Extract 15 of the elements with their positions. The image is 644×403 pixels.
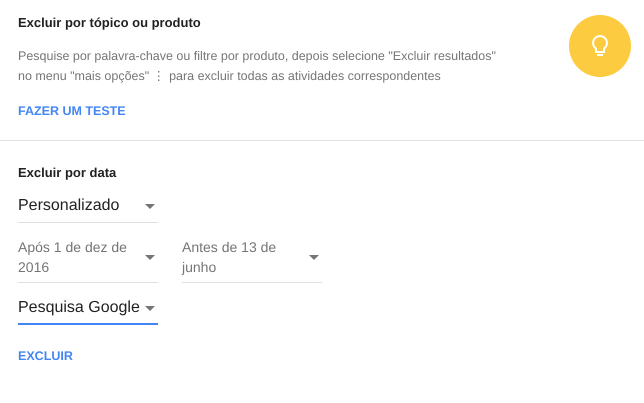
dropdown[interactable]: Após 1 de dez de 2016 — [18, 237, 158, 283]
dropdown[interactable]: Antes de 13 de junho — [182, 237, 322, 283]
description-text: Pesquise por palavra-chave ou filtre por produto, depois selecione "Excluir resultados" — [18, 48, 496, 65]
dropdown[interactable]: Personalizado — [18, 195, 158, 223]
lightbulb-icon — [569, 15, 631, 77]
caret-icon — [145, 254, 155, 260]
try-link[interactable]: FAZER UM TESTE — [18, 104, 126, 118]
caret-icon — [145, 306, 155, 310]
description-text: no menu "mais opções" ⋮ para excluir todas as atividades correspondentes — [18, 68, 442, 85]
section-title: Excluir por tópico ou produto — [18, 15, 202, 31]
delete-link[interactable]: EXCLUIR — [18, 349, 73, 363]
section-title: Excluir por data — [18, 165, 118, 181]
caret-icon — [309, 254, 319, 260]
caret-icon — [145, 204, 155, 208]
dropdown[interactable]: Pesquisa Google — [18, 297, 158, 325]
